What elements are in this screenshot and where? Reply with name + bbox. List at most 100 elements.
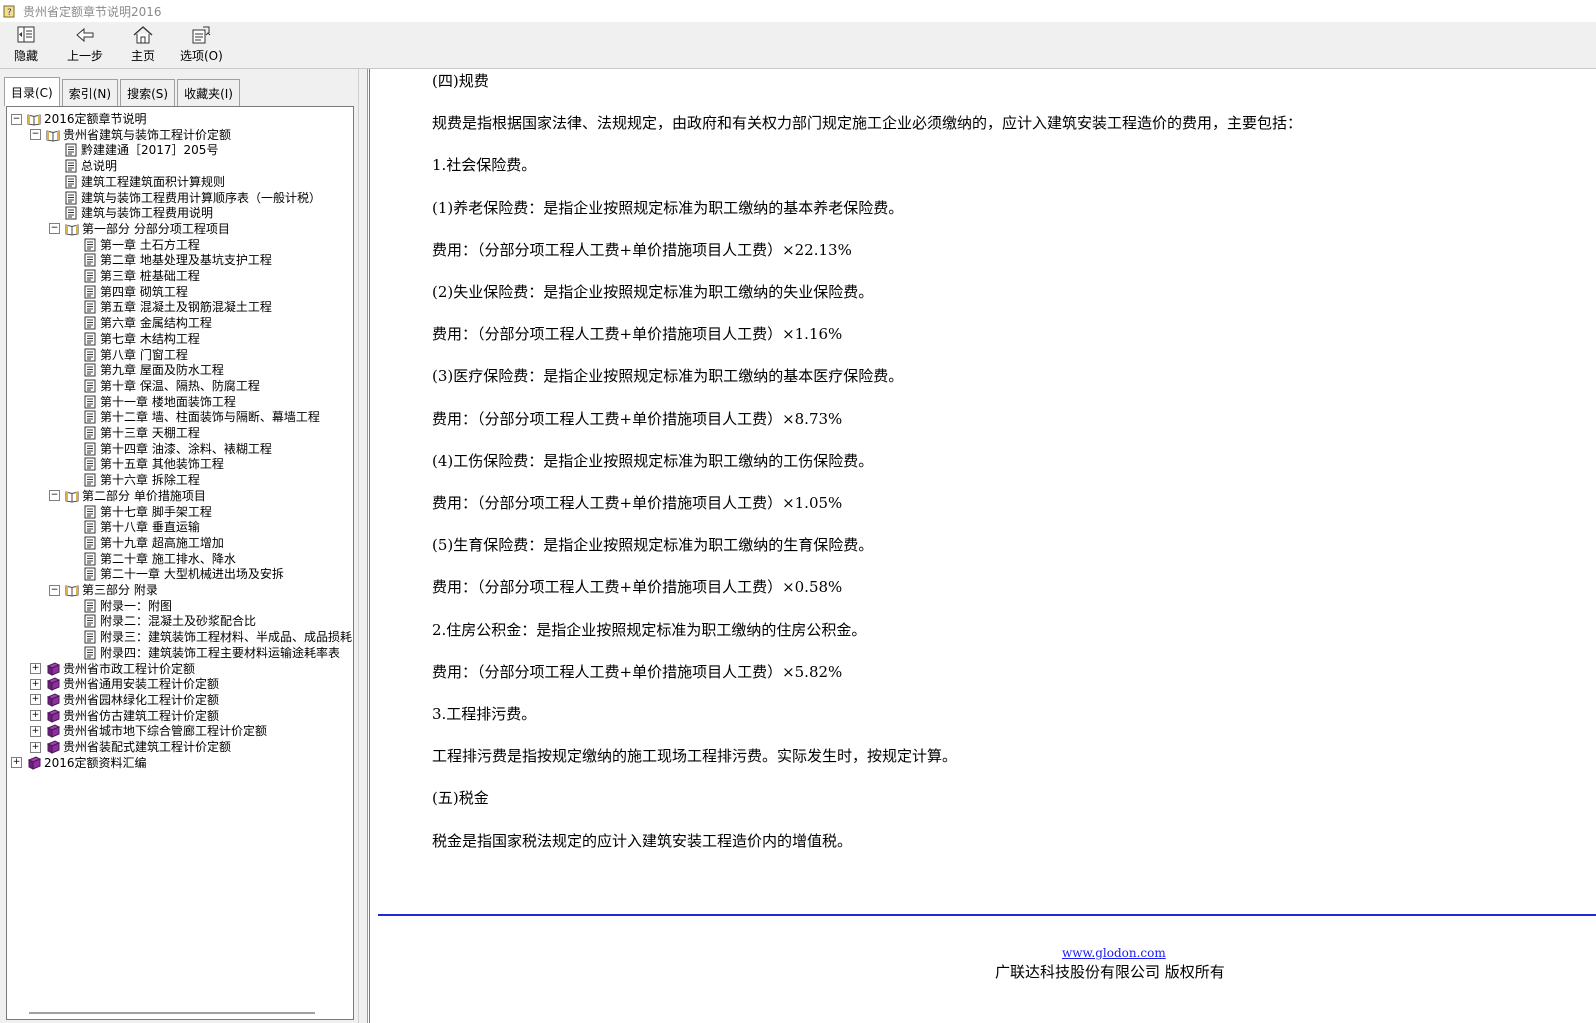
- tree-item[interactable]: 第十章 保温、隔热、防腐工程: [83, 378, 260, 394]
- expand-icon[interactable]: +: [30, 725, 41, 737]
- tree-item-label: 贵州省城市地下综合管廊工程计价定额: [63, 724, 268, 739]
- collapse-icon[interactable]: −: [49, 584, 60, 596]
- tree-item[interactable]: 第七章 木结构工程: [83, 331, 200, 347]
- content-paragraph: 工程排污费是指按规定缴纳的施工现场工程排污费。实际发生时，按规定计算。: [432, 747, 958, 766]
- tree-item[interactable]: + 贵州省通用安装工程计价定额: [30, 676, 219, 692]
- tree-item[interactable]: 第三章 桩基础工程: [83, 268, 200, 284]
- tree-item[interactable]: + 贵州省装配式建筑工程计价定额: [30, 739, 231, 755]
- page-icon: [64, 159, 78, 173]
- tree-item[interactable]: 第十三章 天棚工程: [83, 425, 200, 441]
- tree-item-label: 贵州省装配式建筑工程计价定额: [63, 740, 232, 754]
- page-icon: [83, 473, 97, 487]
- page-icon: [83, 332, 97, 346]
- tree-item[interactable]: 第十九章 超高施工增加: [83, 535, 224, 551]
- expand-icon[interactable]: +: [30, 694, 41, 706]
- tree-item-label: 第二十章 施工排水、降水: [100, 551, 236, 566]
- navigation-pane: 目录(C) 索引(N) 搜索(S) 收藏夹(I) −2016定额章节说明 − 贵州省…: [0, 69, 364, 1023]
- tree-item[interactable]: 第十八章 垂直运输: [83, 519, 200, 535]
- expand-icon[interactable]: +: [30, 710, 41, 722]
- tree-item[interactable]: − 第二部分 单价措施项目: [49, 488, 206, 504]
- tab-contents[interactable]: 目录(C): [4, 77, 60, 106]
- tree-item[interactable]: 第二十章 施工排水、降水: [83, 551, 236, 567]
- tree-item[interactable]: − 第一部分 分部分项工程项目: [49, 221, 230, 237]
- tree-item-label: 附录三：建筑装饰工程材料、半成品、成品损耗: [100, 630, 353, 645]
- expand-icon[interactable]: +: [30, 741, 41, 753]
- contents-tree: −2016定额章节说明 − 贵州省建筑与装饰工程计价定额 黔建建通［2017］205号…: [6, 106, 354, 1020]
- tree-item[interactable]: − 贵州省建筑与装饰工程计价定额: [30, 127, 231, 143]
- tree-item[interactable]: 第二十一章 大型机械进出场及安拆: [83, 566, 284, 582]
- tab-favorites[interactable]: 收藏夹(I): [177, 79, 240, 106]
- tree-item-label: 第十九章 超高施工增加: [100, 535, 224, 550]
- tab-index[interactable]: 索引(N): [61, 79, 119, 106]
- tree-item-label: 贵州省市政工程计价定额: [63, 661, 196, 676]
- tree-item[interactable]: 建筑工程建筑面积计算规则: [64, 174, 225, 190]
- open-book-icon: [65, 222, 79, 236]
- hide-button[interactable]: 隐藏: [14, 25, 38, 64]
- tree-item[interactable]: 附录一：附图: [83, 598, 172, 614]
- page-icon: [83, 363, 97, 377]
- tree-item[interactable]: 第九章 屋面及防水工程: [83, 362, 224, 378]
- tree-item[interactable]: + 贵州省市政工程计价定额: [30, 661, 195, 677]
- tree-item-label: 第一章 土石方工程: [100, 237, 200, 252]
- tree-item[interactable]: + 贵州省仿古建筑工程计价定额: [30, 708, 219, 724]
- tree-item-label: 第十二章 墙、柱面装饰与隔断、幕墙工程: [100, 410, 320, 425]
- options-button[interactable]: 选项(O): [180, 25, 223, 64]
- tree-item[interactable]: 建筑与装饰工程费用计算顺序表（一般计税）: [64, 190, 321, 206]
- page-icon: [83, 442, 97, 456]
- tree-item[interactable]: 第十六章 拆除工程: [83, 472, 200, 488]
- tree-item[interactable]: 建筑与装饰工程费用说明: [64, 205, 213, 221]
- tree-item[interactable]: + 贵州省园林绿化工程计价定额: [30, 692, 219, 708]
- toolbar: 隐藏 上一步 主页 选项(O): [0, 22, 1596, 69]
- tree-item[interactable]: 第十五章 其他装饰工程: [83, 456, 224, 472]
- tree-item[interactable]: 黔建建通［2017］205号: [64, 142, 218, 158]
- tree-item-label: 第十一章 楼地面装饰工程: [100, 394, 236, 409]
- page-icon: [83, 599, 97, 613]
- tree-item[interactable]: +2016定额资料汇编: [11, 755, 147, 771]
- tree-item-label: 贵州省仿古建筑工程计价定额: [63, 708, 220, 723]
- tree-item[interactable]: 第一章 土石方工程: [83, 237, 200, 253]
- home-button[interactable]: 主页: [131, 25, 155, 64]
- tree-item[interactable]: 总说明: [64, 158, 117, 174]
- hide-label: 隐藏: [14, 49, 39, 63]
- copyright-text: 广联达科技股份有限公司 版权所有: [995, 963, 1225, 981]
- tree-item[interactable]: 第十一章 楼地面装饰工程: [83, 394, 236, 410]
- tree-item-label: 第十五章 其他装饰工程: [100, 457, 224, 472]
- tree-item[interactable]: 第六章 金属结构工程: [83, 315, 212, 331]
- tree-item[interactable]: 附录二：混凝土及砂浆配合比: [83, 613, 256, 629]
- tree-item[interactable]: + 贵州省城市地下综合管廊工程计价定额: [30, 723, 267, 739]
- tree-item[interactable]: 第八章 门窗工程: [83, 347, 188, 363]
- title-bar: ? 贵州省定额章节说明2016: [0, 0, 1596, 22]
- tree-item[interactable]: 第十七章 脚手架工程: [83, 504, 212, 520]
- back-arrow-icon: [76, 27, 94, 43]
- tree-item[interactable]: 附录四：建筑装饰工程主要材料运输途耗率表: [83, 645, 340, 661]
- content-paragraph: 费用：（分部分项工程人工费+单价措施项目人工费）×1.16%: [432, 325, 843, 344]
- tree-item[interactable]: 第十二章 墙、柱面装饰与隔断、幕墙工程: [83, 409, 320, 425]
- expand-icon[interactable]: +: [30, 663, 41, 674]
- tree-item[interactable]: 附录三：建筑装饰工程材料、半成品、成品损耗: [83, 629, 352, 645]
- closed-book-icon: [46, 709, 61, 723]
- pane-splitter[interactable]: [358, 69, 368, 1023]
- tab-search[interactable]: 搜索(S): [120, 79, 176, 106]
- collapse-icon[interactable]: −: [30, 129, 41, 141]
- page-icon: [83, 520, 97, 534]
- tree-item[interactable]: − 第三部分 附录: [49, 582, 158, 598]
- collapse-icon[interactable]: −: [11, 113, 22, 125]
- back-button[interactable]: 上一步: [67, 25, 103, 64]
- tree-item[interactable]: − 2016定额章节说明: [11, 111, 147, 127]
- page-icon: [83, 457, 97, 471]
- tree-item[interactable]: 第十四章 油漆、涂料、裱糊工程: [83, 441, 272, 457]
- tree-item[interactable]: 第五章 混凝土及钢筋混凝土工程: [83, 299, 272, 315]
- expand-icon[interactable]: +: [11, 757, 22, 769]
- tree-item[interactable]: 第二章 地基处理及基坑支护工程: [83, 252, 272, 268]
- expand-icon[interactable]: +: [30, 678, 41, 690]
- glodon-website-link[interactable]: www.glodon.com: [1062, 946, 1166, 960]
- tree-item-label: 贵州省通用安装工程计价定额: [63, 677, 220, 692]
- horizontal-scrollbar[interactable]: [29, 1012, 315, 1014]
- tree-item-label: 第十三章 天棚工程: [100, 426, 200, 440]
- tree-item[interactable]: 第四章 砌筑工程: [83, 284, 188, 300]
- collapse-icon[interactable]: −: [49, 223, 60, 235]
- content-paragraph: 规费是指根据国家法律、法规规定，由政府和有关权力部门规定施工企业必须缴纳的，应计…: [432, 114, 1303, 133]
- tree-item-label: 贵州省园林绿化工程计价定额: [63, 692, 220, 707]
- back-label: 上一步: [67, 49, 104, 63]
- collapse-icon[interactable]: −: [49, 490, 60, 502]
